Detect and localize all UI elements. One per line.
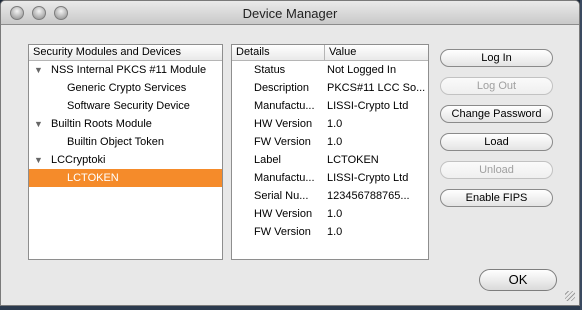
tree-item-builtin-object-token[interactable]: Builtin Object Token: [29, 133, 222, 151]
detail-cell: FW Version: [254, 136, 311, 148]
table-row[interactable]: Serial Nu... 123456788765...: [232, 187, 428, 205]
tree-item-lccryptoki[interactable]: ▼ LCCryptoki: [29, 151, 222, 169]
tree-item-lctoken[interactable]: LCTOKEN: [29, 169, 222, 187]
resize-grip-icon[interactable]: [565, 291, 575, 301]
detail-cell: Description: [254, 82, 310, 94]
tree-item-label: Software Security Device: [67, 100, 190, 112]
table-row[interactable]: FW Version 1.0: [232, 223, 428, 241]
change-password-button[interactable]: Change Password: [440, 105, 553, 123]
disclosure-triangle-icon[interactable]: ▼: [34, 61, 44, 79]
disclosure-triangle-icon[interactable]: ▼: [34, 115, 44, 133]
details-table[interactable]: Details Value Status Not Logged In Descri…: [231, 44, 429, 260]
detail-cell: Status: [254, 64, 286, 76]
title-bar[interactable]: Device Manager: [1, 1, 579, 25]
value-cell: LCTOKEN: [327, 154, 379, 166]
value-cell: PKCS#11 LCC So...: [327, 82, 426, 94]
enable-fips-button[interactable]: Enable FIPS: [440, 189, 553, 207]
tree-item-label: NSS Internal PKCS #11 Module: [51, 64, 207, 76]
detail-cell: Manufactu...: [254, 172, 315, 184]
details-column-header[interactable]: Details Value: [232, 45, 428, 61]
table-row[interactable]: HW Version 1.0: [232, 115, 428, 133]
tree-item-generic-crypto[interactable]: Generic Crypto Services: [29, 79, 222, 97]
tree-item-software-security[interactable]: Software Security Device: [29, 97, 222, 115]
table-row[interactable]: Description PKCS#11 LCC So...: [232, 79, 428, 97]
tree-item-nss-internal[interactable]: ▼ NSS Internal PKCS #11 Module: [29, 61, 222, 79]
ok-button[interactable]: OK: [479, 269, 557, 291]
detail-cell: Label: [254, 154, 281, 166]
table-row[interactable]: Label LCTOKEN: [232, 151, 428, 169]
load-button[interactable]: Load: [440, 133, 553, 151]
value-cell: 123456788765...: [327, 190, 410, 202]
table-row[interactable]: Status Not Logged In: [232, 61, 428, 79]
desktop-background: [0, 306, 582, 310]
tree-item-builtin-roots[interactable]: ▼ Builtin Roots Module: [29, 115, 222, 133]
table-row[interactable]: HW Version 1.0: [232, 205, 428, 223]
log-out-button[interactable]: Log Out: [440, 77, 553, 95]
device-manager-window: Device Manager Security Modules and Devi…: [0, 0, 580, 306]
security-modules-tree[interactable]: Security Modules and Devices ▼ NSS Inter…: [28, 44, 223, 260]
window-title: Device Manager: [242, 6, 338, 21]
tree-item-label: Generic Crypto Services: [67, 82, 187, 94]
tree-header-label: Security Modules and Devices: [33, 46, 181, 58]
value-cell: LISSI-Crypto Ltd: [327, 100, 409, 112]
disclosure-triangle-icon[interactable]: ▼: [34, 151, 44, 169]
value-cell: 1.0: [327, 208, 343, 220]
value-header-label[interactable]: Value: [324, 45, 428, 60]
unload-button[interactable]: Unload: [440, 161, 553, 179]
value-cell: LISSI-Crypto Ltd: [327, 172, 409, 184]
table-row[interactable]: Manufactu... LISSI-Crypto Ltd: [232, 97, 428, 115]
details-body: Status Not Logged In Description PKCS#11 L…: [232, 61, 428, 241]
tree-body: ▼ NSS Internal PKCS #11 Module Generic C…: [29, 61, 222, 187]
details-header-label[interactable]: Details: [232, 45, 324, 60]
tree-item-label: Builtin Roots Module: [51, 118, 152, 130]
log-in-button[interactable]: Log In: [440, 49, 553, 67]
detail-cell: Manufactu...: [254, 100, 315, 112]
detail-cell: HW Version: [254, 208, 313, 220]
tree-item-label: Builtin Object Token: [67, 136, 165, 148]
tree-item-label: LCTOKEN: [67, 172, 119, 184]
detail-cell: Serial Nu...: [254, 190, 309, 202]
value-cell: 1.0: [327, 136, 343, 148]
detail-cell: FW Version: [254, 226, 311, 238]
value-cell: 1.0: [327, 118, 343, 130]
value-cell: Not Logged In: [327, 64, 397, 76]
tree-column-header[interactable]: Security Modules and Devices: [29, 45, 222, 61]
table-row[interactable]: Manufactu... LISSI-Crypto Ltd: [232, 169, 428, 187]
tree-item-label: LCCryptoki: [51, 154, 106, 166]
detail-cell: HW Version: [254, 118, 313, 130]
table-row[interactable]: FW Version 1.0: [232, 133, 428, 151]
value-cell: 1.0: [327, 226, 343, 238]
